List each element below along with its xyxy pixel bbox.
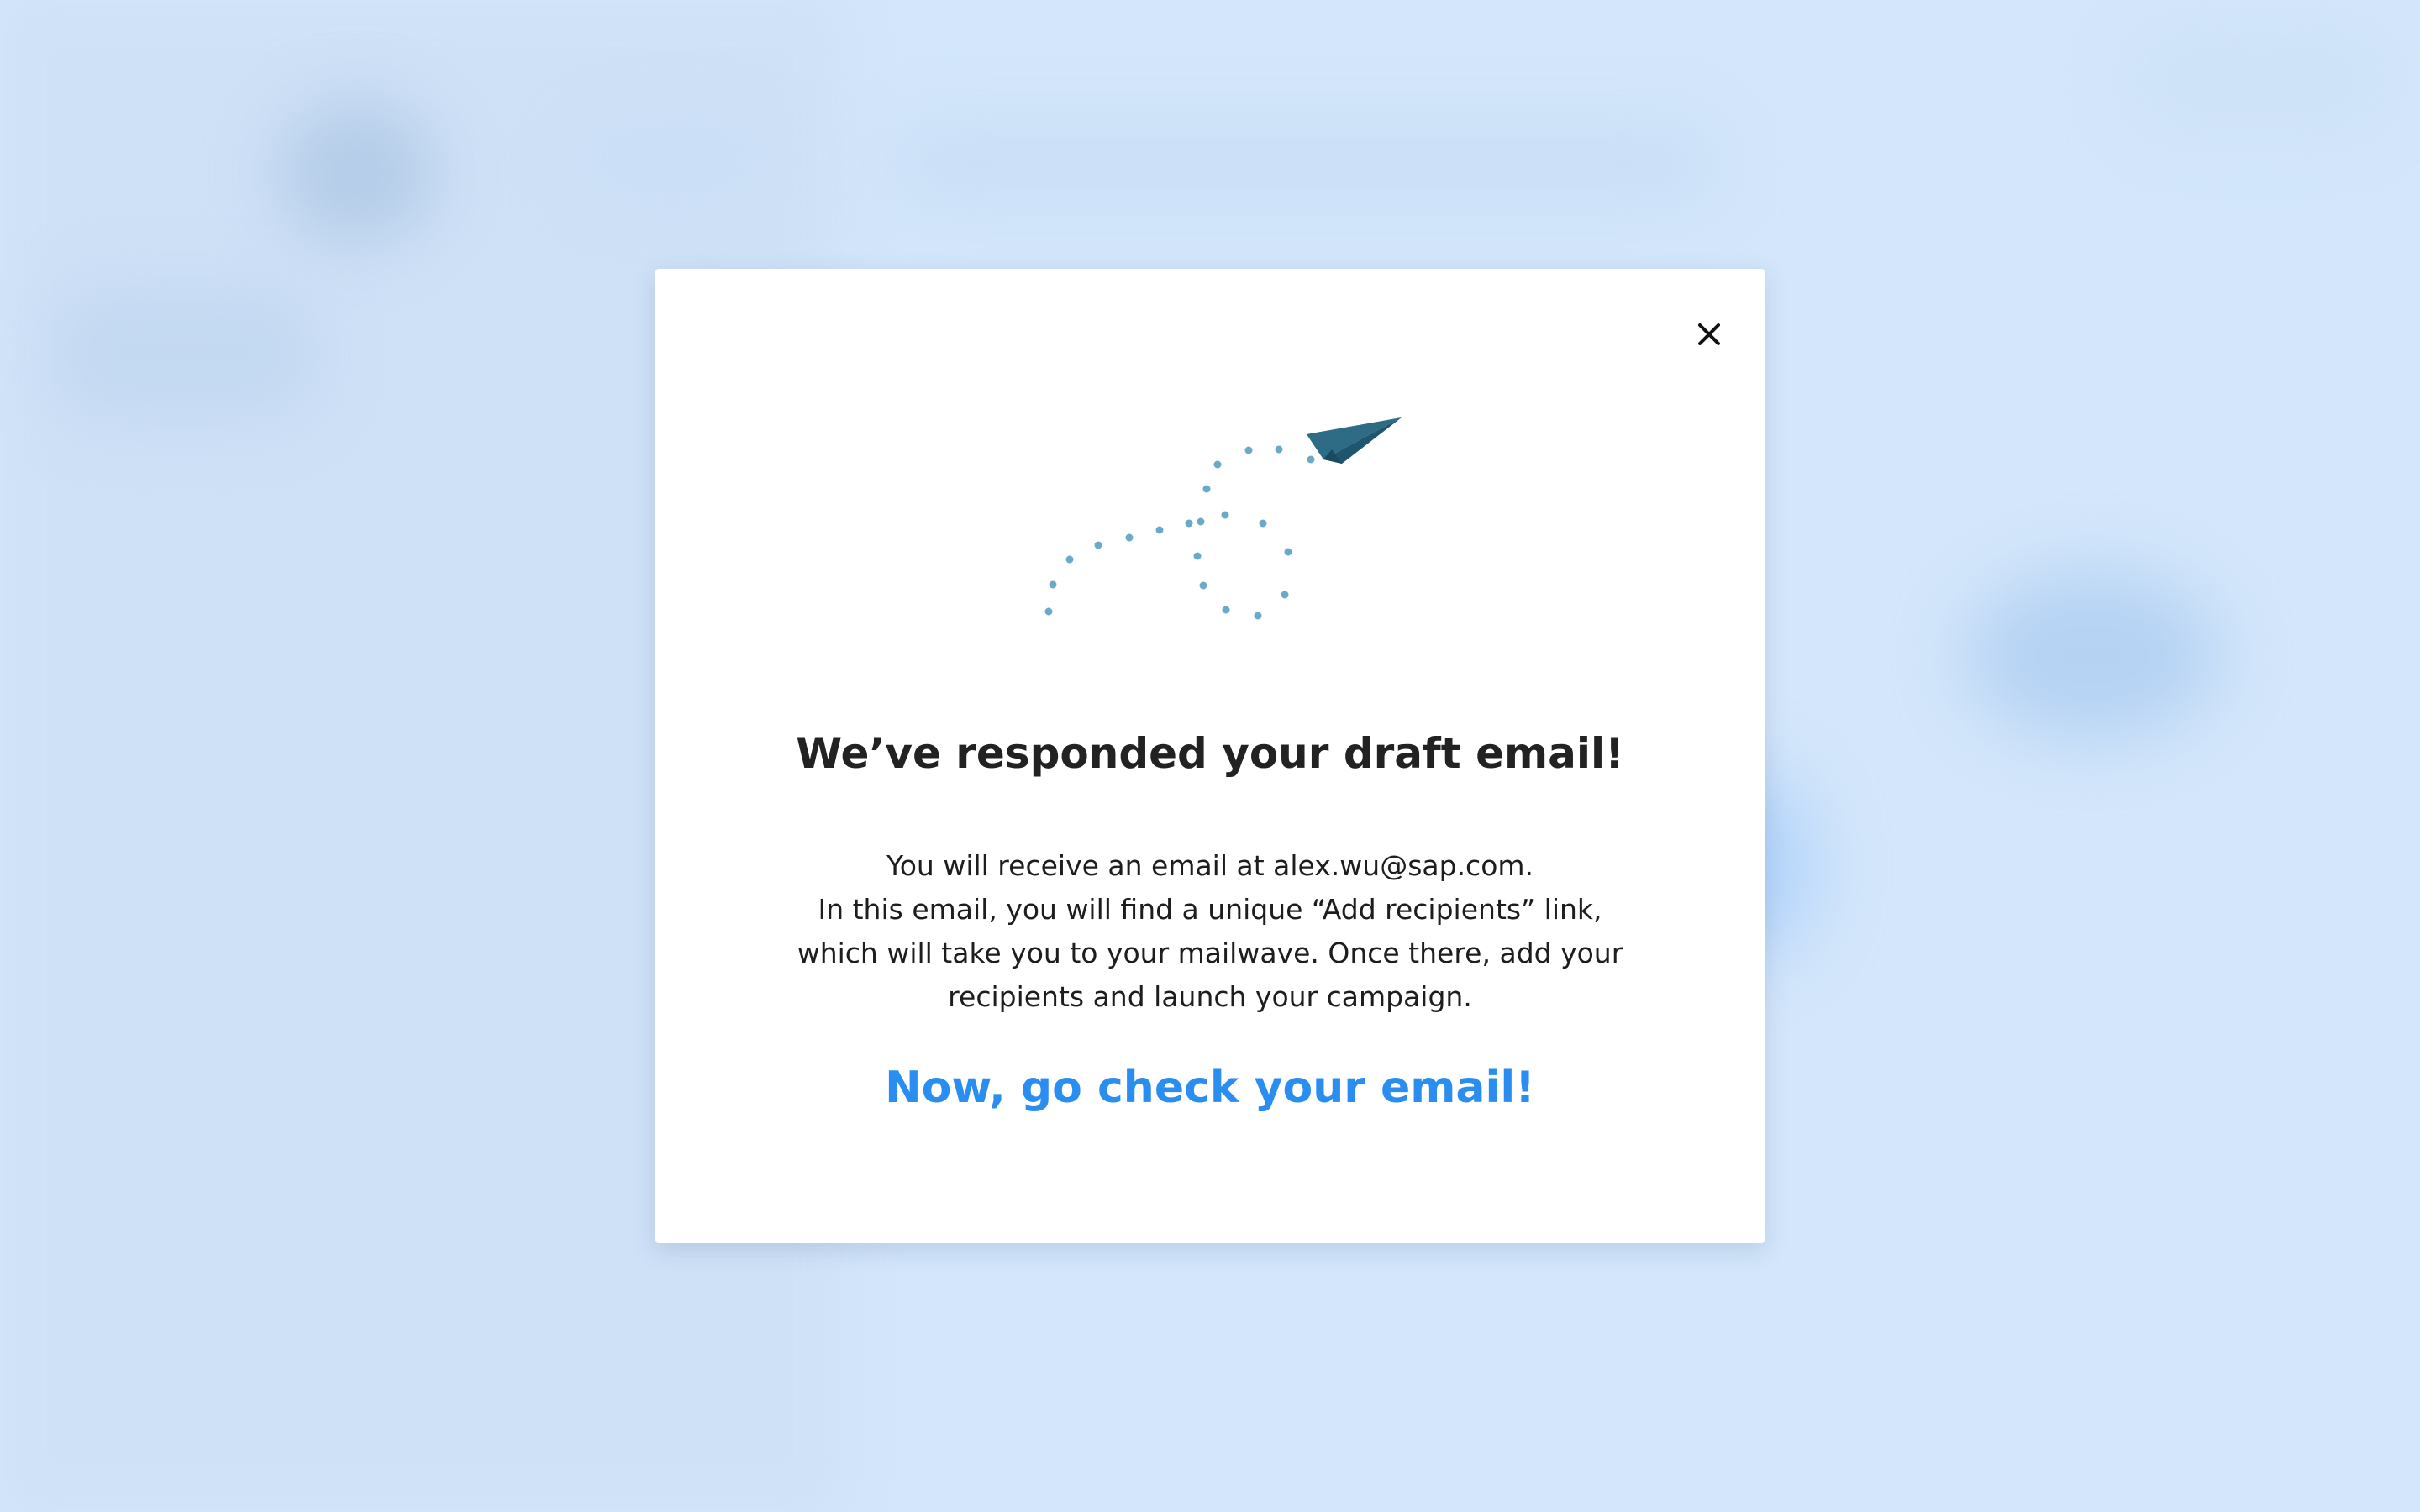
close-button[interactable] [1686, 312, 1732, 357]
blurred-header-action [2134, 34, 2386, 126]
message-line: You will receive an email at alex.wu@sap… [886, 849, 1534, 882]
message-line: recipients and launch your campaign. [948, 980, 1472, 1013]
paper-plane [1307, 417, 1402, 464]
blurred-header-bar [891, 126, 1714, 202]
message-line: which will take you to your mailwave. On… [797, 937, 1623, 969]
blurred-content-block [1966, 571, 2218, 739]
blurred-avatar [277, 101, 437, 244]
paper-plane-icon [1044, 417, 1402, 620]
dialog-title: We’ve responded your draft email! [796, 729, 1624, 778]
message-line: In this email, you will find a unique “A… [818, 893, 1602, 926]
check-email-callout: Now, go check your email! [885, 1063, 1535, 1113]
dotted-trail [1044, 445, 1315, 620]
blurred-card [50, 286, 319, 420]
dialog-message: You will receive an email at alex.wu@sap… [790, 844, 1630, 1019]
close-icon [1698, 323, 1720, 345]
confirmation-dialog: We’ve responded your draft email! You wi… [655, 269, 1765, 1243]
blurred-nav-item [571, 126, 773, 193]
